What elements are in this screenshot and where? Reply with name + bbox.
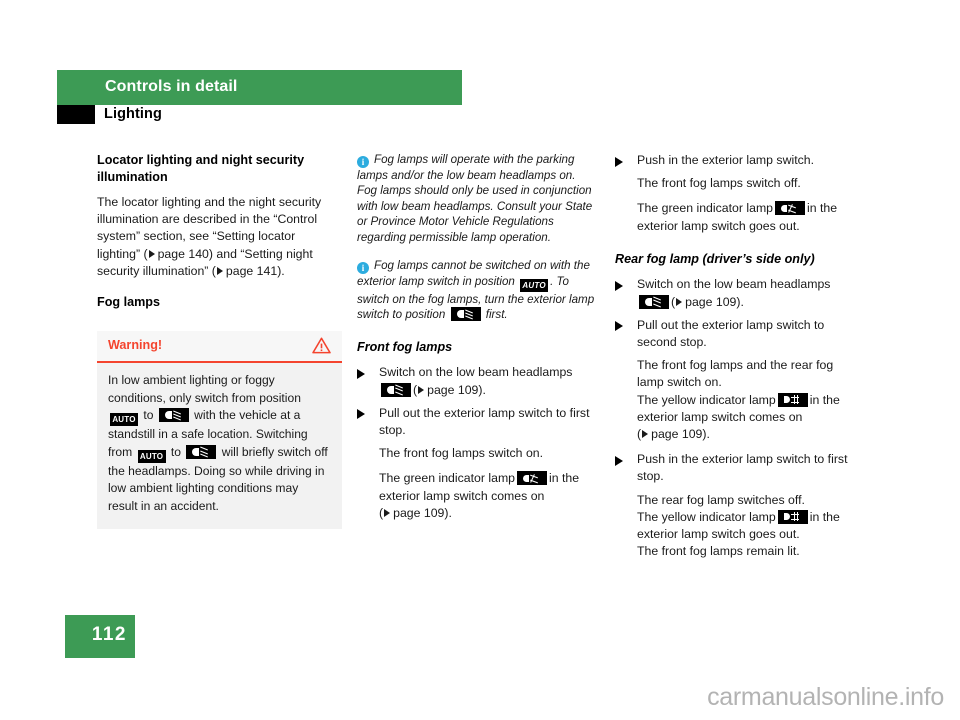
step-result: The green indicator lamp in the exterior … (379, 471, 580, 520)
note-2-text-c: first. (482, 308, 508, 322)
front-fog-lamp-indicator-symbol (517, 471, 548, 486)
warning-text-a: In low ambient lighting or foggy conditi… (108, 373, 301, 405)
step-result: The green indicator lamp in the exterior … (615, 200, 860, 234)
step-text: Pull out the exterior lamp switch to fir… (379, 405, 590, 437)
page-number: 112 (91, 624, 127, 645)
low-beam-headlamp-symbol (158, 408, 189, 423)
heading-fog-lamps: Fog lamps (97, 295, 160, 310)
warning-box-header: Warning! (97, 331, 342, 363)
action-step: Switch on the low beam headlamps (page 1… (357, 364, 597, 398)
step-result: The front fog lamps remain lit. (637, 544, 800, 559)
reference-arrow-icon (418, 385, 425, 394)
note-1-text: Fog lamps will operate with the parking … (357, 153, 593, 244)
step-result: The front fog lamps switch off. (637, 176, 801, 191)
warning-box: Warning! In low ambient lighting or fogg… (97, 331, 342, 529)
warning-text-d: to (167, 444, 185, 459)
low-beam-headlamp-symbol (186, 444, 217, 459)
step-result: The front fog lamps switch on. (379, 446, 544, 461)
step-result-text-c: ). (702, 426, 710, 441)
page-reference[interactable]: page 109 (393, 506, 444, 520)
paragraph-locator-lighting: The locator lighting and the night secur… (97, 194, 337, 280)
step-text: Switch on the low beam headlamps (379, 365, 573, 380)
action-triangle-icon (357, 409, 365, 420)
locator-page-ref-a[interactable]: page 140 (158, 247, 209, 261)
reference-arrow-icon (148, 249, 155, 258)
step-result: The yellow indicator lamp in the exterior… (615, 509, 860, 543)
content-column-1: Locator lighting and night security illu… (97, 152, 337, 320)
heading-rear-fog-lamp: Rear fog lamp (driver’s side only) (615, 251, 815, 266)
content-column-3: Push in the exterior lamp switch. The fr… (615, 152, 860, 568)
heading-front-fog-lamps: Front fog lamps (357, 339, 453, 354)
step-text: Switch on the low beam headlamps (637, 277, 831, 292)
page-reference[interactable]: page 109 (651, 427, 702, 441)
warning-triangle-icon (312, 337, 331, 354)
heading-locator-lighting: Locator lighting and night security illu… (97, 153, 305, 184)
page-reference[interactable]: page 109 (427, 383, 478, 397)
info-icon: i (357, 156, 369, 168)
step-result: The yellow indicator lamp in the exterior… (637, 392, 840, 441)
step-result-text-a: The yellow indicator lamp (637, 392, 776, 407)
action-step: Pull out the exterior lamp switch to sec… (615, 317, 860, 351)
section-title: Lighting (104, 106, 162, 122)
section-tab-marker (57, 105, 95, 124)
auto-position-symbol: AUTO (110, 413, 138, 427)
action-triangle-icon (615, 280, 623, 291)
action-step: Push in the exterior lamp switch to firs… (615, 451, 860, 485)
action-step: Pull out the exterior lamp switch to fir… (357, 405, 597, 439)
page-number-block: 112 (65, 615, 135, 658)
step-result-text-a: The green indicator lamp (379, 471, 516, 486)
chapter-header-bar: Controls in detail (57, 70, 462, 105)
front-fog-lamp-indicator-symbol (775, 201, 806, 216)
note-fog-lamps-switching: i Fog lamps cannot be switched on with th… (357, 258, 597, 323)
watermark: carmanualsonline.info (707, 683, 944, 711)
action-step: Push in the exterior lamp switch. (615, 152, 860, 169)
step-result-text-a: The green indicator lamp (637, 201, 774, 216)
action-triangle-icon (357, 368, 365, 379)
reference-arrow-icon (384, 508, 391, 517)
rear-fog-lamp-indicator-symbol (777, 509, 808, 524)
action-triangle-icon (615, 455, 623, 466)
locator-text-c: ). (277, 263, 285, 278)
action-triangle-icon (615, 321, 623, 332)
reference-arrow-icon (676, 297, 683, 306)
step-result: The rear fog lamp switches off. (637, 492, 805, 507)
warning-box-body: In low ambient lighting or foggy conditi… (97, 363, 342, 529)
low-beam-headlamp-symbol (450, 307, 481, 322)
low-beam-headlamp-symbol (381, 382, 411, 397)
note-fog-lamps-operation: i Fog lamps will operate with the parking… (357, 152, 597, 245)
warning-title: Warning! (108, 338, 163, 352)
chapter-title: Controls in detail (105, 78, 238, 95)
step-text: Pull out the exterior lamp switch to sec… (637, 317, 825, 349)
step-result-text-a: The yellow indicator lamp (637, 509, 776, 524)
warning-text-b: to (140, 408, 157, 423)
step-text: Push in the exterior lamp switch. (637, 153, 815, 167)
step-text: Push in the exterior lamp switch to firs… (637, 452, 848, 484)
auto-position-symbol: AUTO (137, 449, 166, 463)
low-beam-headlamp-symbol (639, 294, 669, 309)
content-column-2: i Fog lamps will operate with the parking… (357, 152, 597, 530)
locator-page-ref-b[interactable]: page 141 (226, 264, 277, 278)
action-step: Switch on the low beam headlamps (page 1… (615, 276, 860, 310)
info-icon: i (357, 262, 369, 275)
auto-position-symbol: AUTO (520, 279, 549, 293)
action-triangle-icon (615, 156, 623, 167)
reference-arrow-icon (216, 266, 223, 275)
reference-arrow-icon (642, 429, 649, 438)
page-reference[interactable]: page 109 (685, 295, 736, 309)
rear-fog-lamp-indicator-symbol (777, 392, 808, 407)
step-result: The front fog lamps and the rear fog lam… (637, 358, 834, 390)
step-result-text-c: ). (444, 505, 452, 520)
